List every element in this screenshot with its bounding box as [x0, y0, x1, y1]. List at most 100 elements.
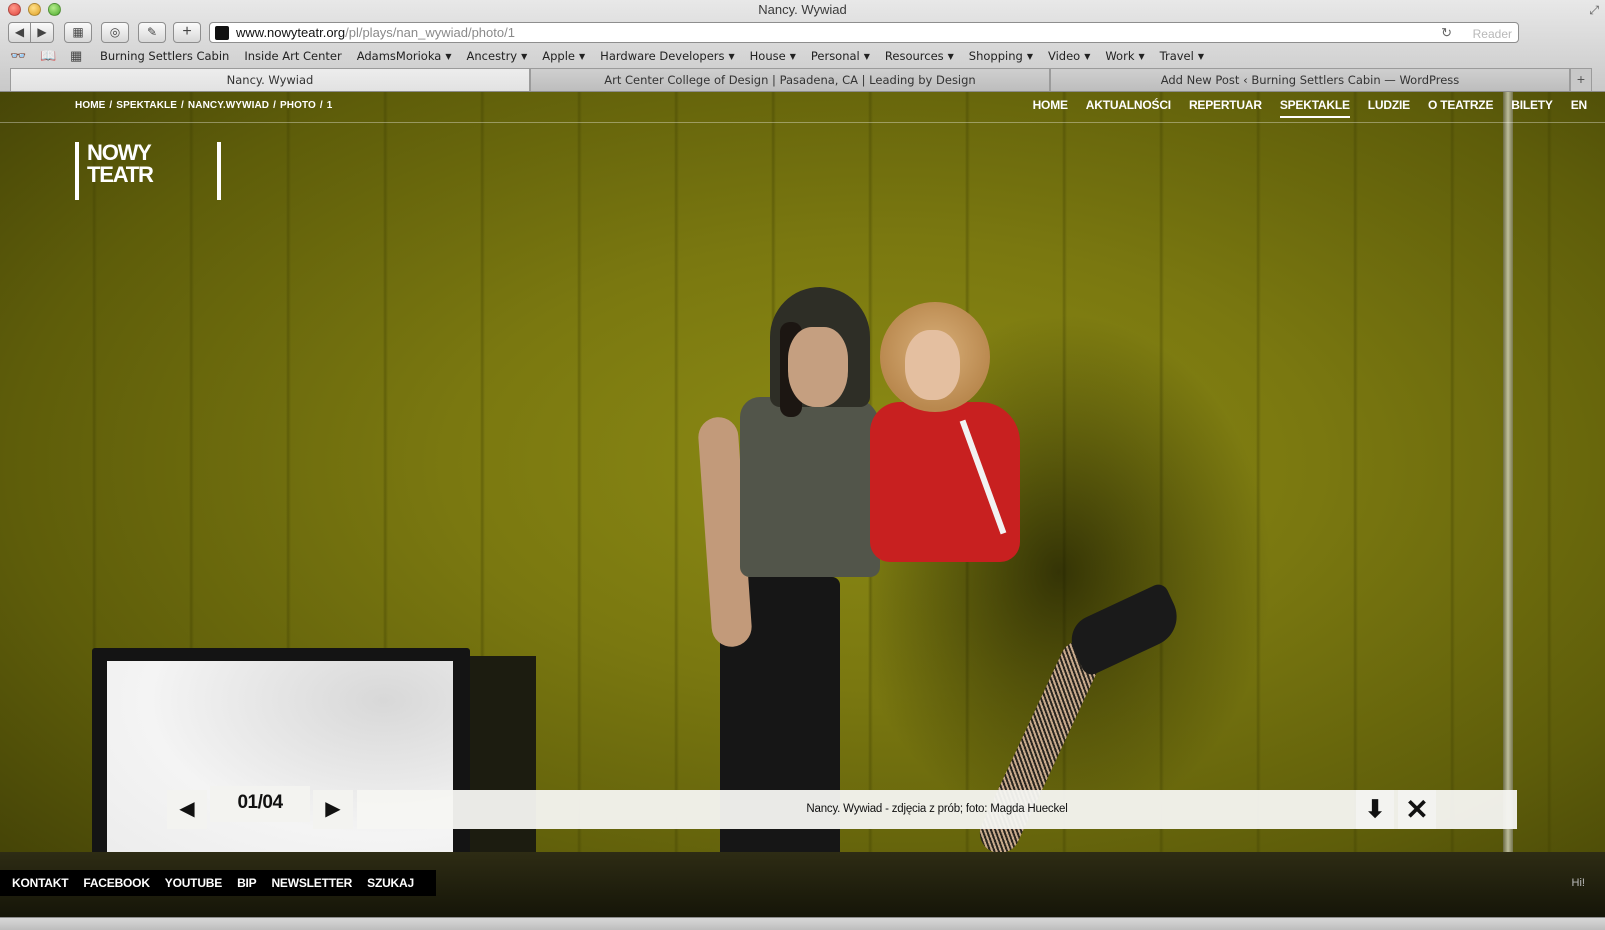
nav-item[interactable]: BILETY	[1511, 98, 1553, 118]
nowy-teatr-logo[interactable]: NOWY TEATR	[75, 142, 223, 200]
plus-icon: +	[182, 23, 192, 40]
breadcrumb-link[interactable]: SPEKTAKLE	[116, 100, 177, 111]
bookmark-item[interactable]: Apple ▼	[542, 49, 585, 63]
main-navigation: HOME AKTUALNOŚCI REPERTUAR SPEKTAKLE LUDZIE O…	[1033, 98, 1587, 118]
footer-link[interactable]: BIP	[237, 870, 257, 896]
page-content: HOME / SPEKTAKLE / NANCY.WYWIAD / PHOTO/1 HOME…	[0, 92, 1605, 917]
nav-divider	[0, 122, 1605, 123]
site-favicon-icon	[215, 26, 229, 40]
bookmark-item[interactable]: Ancestry ▼	[467, 49, 528, 63]
breadcrumb-link[interactable]: 1	[327, 100, 333, 111]
top-sites-button[interactable]: ◎	[101, 22, 129, 43]
close-window-button[interactable]	[8, 3, 21, 16]
bookmark-label: House	[749, 49, 786, 63]
minimize-window-button[interactable]	[28, 3, 41, 16]
nav-item[interactable]: SPEKTAKLE	[1279, 98, 1350, 118]
browser-tab[interactable]: Nancy. Wywiad	[10, 68, 530, 91]
url-host: www.nowyteatr.org	[236, 25, 346, 40]
breadcrumb-separator: /	[181, 100, 184, 111]
bookmark-item[interactable]: Travel ▼	[1160, 49, 1204, 63]
photo-gallery-controls: Nancy. Wywiad - zdjęcia z prób; foto: Ma…	[167, 786, 1517, 829]
stage-pipe	[1503, 92, 1513, 852]
footer-link[interactable]: SZUKAJ	[367, 870, 414, 896]
breadcrumb-link[interactable]: HOME	[75, 100, 105, 111]
tab-bar: Nancy. Wywiad Art Center College of Desig…	[10, 68, 1592, 91]
bookmark-label: Hardware Developers	[600, 49, 725, 63]
bookmark-label: Video	[1047, 49, 1081, 63]
footer-hi[interactable]: Hi!	[1572, 877, 1585, 889]
breadcrumb-separator: /	[109, 100, 113, 111]
bookmark-label: AdamsMorioka	[356, 49, 442, 63]
bookmark-item[interactable]: House ▼	[750, 49, 796, 63]
forward-arrow-icon: ▶	[37, 25, 47, 39]
top-sites-grid-icon[interactable]: ▦	[70, 48, 82, 64]
bookmark-item[interactable]: AdamsMorioka ▼	[357, 49, 452, 63]
chevron-down-icon: ▼	[1138, 52, 1145, 61]
next-photo-button[interactable]: ▶	[313, 790, 353, 829]
back-button[interactable]: ◀	[8, 22, 31, 43]
url-path: /pl/plays/nan_wywiad/photo/1	[345, 25, 515, 40]
bookmark-item[interactable]: Video ▼	[1048, 49, 1090, 63]
reader-button[interactable]: Reader	[1473, 25, 1512, 44]
nav-item[interactable]: REPERTUAR	[1189, 98, 1262, 118]
download-photo-button[interactable]: ⬇	[1356, 790, 1394, 829]
show-page-button[interactable]: ▦	[64, 22, 92, 43]
fullscreen-icon[interactable]: ⤢	[1589, 3, 1599, 18]
bookmark-label: Work	[1105, 49, 1135, 63]
bookmark-item[interactable]: Work ▼	[1105, 49, 1144, 63]
reload-icon[interactable]: ↻	[1441, 23, 1452, 42]
nav-item[interactable]: AKTUALNOŚCI	[1086, 98, 1171, 118]
browser-tab[interactable]: Add New Post ‹ Burning Settlers Cabin — …	[1050, 68, 1570, 91]
actor-figure	[697, 287, 880, 877]
bookmark-item[interactable]: Shopping ▼	[969, 49, 1033, 63]
bookmark-label: Shopping	[968, 49, 1023, 63]
nav-item[interactable]: LUDZIE	[1368, 98, 1410, 118]
forward-button[interactable]: ▶	[31, 22, 54, 43]
reading-list-icon[interactable]: 👓	[10, 48, 26, 64]
bookmark-item[interactable]: Burning Settlers Cabin	[100, 49, 229, 63]
footer-link[interactable]: YOUTUBE	[165, 870, 222, 896]
footer-link[interactable]: NEWSLETTER	[271, 870, 352, 896]
add-bookmark-button[interactable]: +	[173, 22, 201, 43]
previous-photo-button[interactable]: ◀	[167, 790, 207, 829]
nav-item[interactable]: HOME	[1033, 98, 1068, 118]
top-sites-icon: ◎	[109, 25, 121, 39]
close-icon: ✕	[1405, 794, 1429, 825]
browser-status-bar	[0, 917, 1605, 930]
photo-counter: 01/04	[210, 786, 310, 822]
bookmarks-book-icon[interactable]: 📖	[40, 48, 56, 64]
nav-item[interactable]: O TEATRZE	[1428, 98, 1494, 118]
nav-item[interactable]: EN	[1571, 98, 1587, 118]
bookmark-item[interactable]: Hardware Developers ▼	[600, 49, 734, 63]
bookmark-label: Ancestry	[466, 49, 518, 63]
window-title: Nancy. Wywiad	[758, 2, 847, 17]
triangle-left-icon: ◀	[179, 798, 195, 820]
chevron-down-icon: ▼	[863, 52, 870, 61]
bookmark-item[interactable]: Resources ▼	[885, 49, 954, 63]
breadcrumb-link[interactable]: NANCY.WYWIAD	[188, 100, 269, 111]
footer-link[interactable]: FACEBOOK	[83, 870, 150, 896]
breadcrumb-separator: /	[319, 100, 323, 111]
bookmarks-bar: 👓 📖 ▦ Burning Settlers Cabin Inside Art C…	[0, 46, 1605, 66]
footer-link[interactable]: KONTAKT	[12, 870, 69, 896]
zoom-window-button[interactable]	[48, 3, 61, 16]
bookmark-item[interactable]: Inside Art Center	[244, 49, 341, 63]
bookmark-label: Travel	[1159, 49, 1194, 63]
new-tab-button[interactable]: +	[1570, 68, 1592, 91]
logo-line-2: TEATR	[87, 162, 154, 187]
settings-button[interactable]: ✎	[138, 22, 166, 43]
bookmark-label: Inside Art Center	[244, 49, 342, 63]
breadcrumb-link[interactable]: PHOTO	[280, 100, 316, 111]
wrench-icon: ✎	[146, 25, 158, 39]
bookmark-item[interactable]: Personal ▼	[811, 49, 870, 63]
browser-toolbar: ◀ ▶ ▦ ◎ ✎ + www.nowyteatr.org/pl/plays/n…	[0, 21, 1605, 45]
chevron-down-icon: ▼	[445, 52, 452, 61]
bookmark-label: Resources	[884, 49, 944, 63]
stage-prop	[466, 656, 536, 866]
bookmark-label: Personal	[810, 49, 860, 63]
back-arrow-icon: ◀	[14, 25, 25, 39]
close-gallery-button[interactable]: ✕	[1398, 790, 1436, 829]
chevron-down-icon: ▼	[521, 52, 528, 61]
address-bar[interactable]: www.nowyteatr.org/pl/plays/nan_wywiad/ph…	[209, 22, 1519, 43]
browser-tab[interactable]: Art Center College of Design | Pasadena,…	[530, 68, 1050, 91]
